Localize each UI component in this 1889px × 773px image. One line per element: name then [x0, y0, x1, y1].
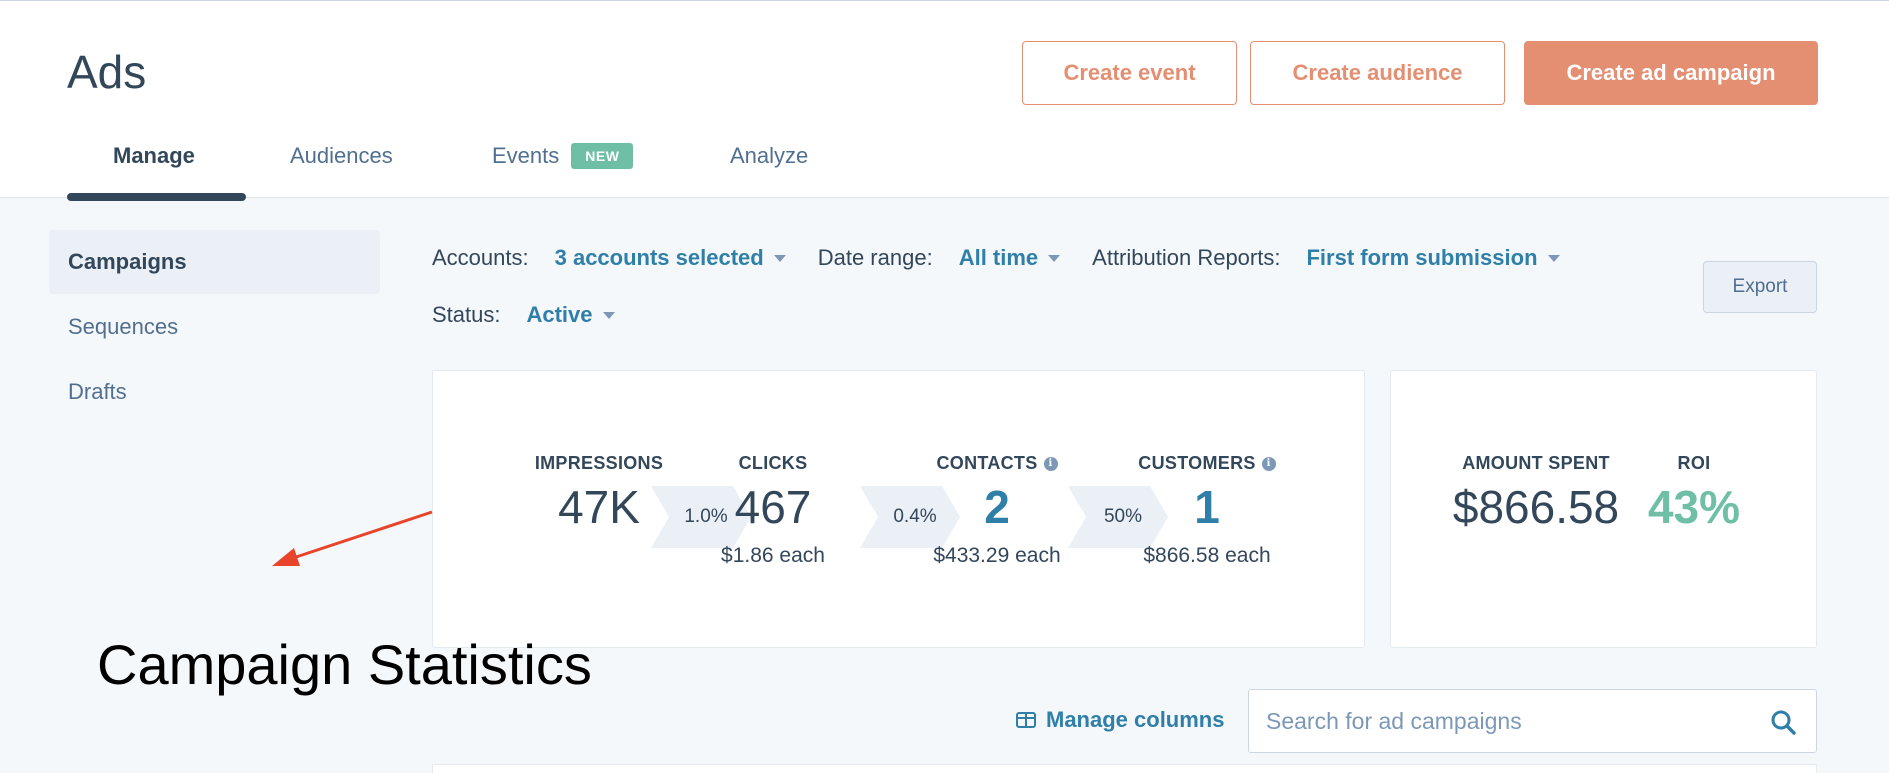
export-button[interactable]: Export [1703, 261, 1817, 313]
search-box [1248, 689, 1817, 753]
status-filter-label: Status: [432, 302, 501, 327]
contacts-label-row: CONTACTS i [907, 453, 1087, 474]
caret-down-icon [1048, 254, 1061, 262]
amount-spent-value: $866.58 [1452, 481, 1620, 533]
accounts-filter-value: 3 accounts selected [554, 245, 764, 270]
caret-down-icon [1547, 254, 1560, 262]
annotation-label: Campaign Statistics [97, 633, 592, 696]
info-icon[interactable]: i [1043, 456, 1058, 471]
create-event-button[interactable]: Create event [1022, 41, 1237, 105]
clicks-metric: CLICKS 467 $1.86 each [693, 453, 853, 568]
customers-metric: CUSTOMERS i 1 $866.58 each [1117, 453, 1297, 568]
date-range-filter-value: All time [958, 245, 1039, 270]
tab-events-label: Events [492, 143, 560, 168]
status-filter-value: Active [526, 302, 593, 327]
active-tab-indicator [67, 193, 246, 201]
new-badge: NEW [571, 143, 634, 169]
roi-metric: ROI 43% [1639, 453, 1749, 530]
cost-per-customer: $866.58 each [1143, 544, 1271, 567]
spend-stats-card: AMOUNT SPENT $866.58 ROI 43% [1390, 370, 1817, 648]
page-title: Ads [67, 46, 147, 98]
customers-label-row: CUSTOMERS i [1117, 453, 1297, 474]
contacts-label: CONTACTS [936, 453, 1038, 473]
filter-bar-row-2: Status: Active [432, 302, 647, 328]
create-audience-button[interactable]: Create audience [1250, 41, 1505, 105]
roi-label: ROI [1677, 453, 1711, 473]
search-icon[interactable] [1770, 709, 1796, 735]
date-range-filter-label: Date range: [817, 245, 933, 270]
date-range-filter-dropdown[interactable]: All time [958, 245, 1061, 271]
filter-bar: Accounts: 3 accounts selected Date range… [432, 245, 1592, 271]
caret-down-icon [773, 254, 786, 262]
columns-icon [1016, 712, 1036, 728]
amount-spent-label: AMOUNT SPENT [1462, 453, 1610, 473]
tab-audiences[interactable]: Audiences [290, 143, 393, 169]
manage-columns-button[interactable]: Manage columns [1016, 707, 1224, 733]
sidebar-item-drafts[interactable]: Drafts [49, 360, 380, 424]
contacts-metric: CONTACTS i 2 $433.29 each [907, 453, 1087, 568]
manage-columns-label: Manage columns [1046, 707, 1225, 732]
sidebar-item-sequences[interactable]: Sequences [49, 295, 380, 359]
accounts-filter-label: Accounts: [432, 245, 529, 270]
tab-analyze[interactable]: Analyze [730, 143, 808, 169]
roi-value: 43% [1647, 481, 1741, 533]
attribution-filter-value: First form submission [1306, 245, 1538, 270]
create-ad-campaign-button[interactable]: Create ad campaign [1524, 41, 1818, 105]
cost-per-click: $1.86 each [721, 544, 825, 567]
clicks-label: CLICKS [738, 453, 808, 473]
attribution-filter-label: Attribution Reports: [1092, 245, 1281, 270]
attribution-filter-dropdown[interactable]: First form submission [1306, 245, 1560, 271]
caret-down-icon [602, 311, 615, 319]
customers-value[interactable]: 1 [1117, 484, 1297, 530]
impressions-label: IMPRESSIONS [534, 453, 664, 473]
amount-spent-metric: AMOUNT SPENT $866.58 [1441, 453, 1631, 530]
status-filter-dropdown[interactable]: Active [526, 302, 615, 328]
clicks-value: 467 [734, 481, 812, 533]
tab-manage[interactable]: Manage [113, 143, 195, 169]
info-icon[interactable]: i [1261, 456, 1276, 471]
page-header: Ads Create event Create audience Create … [0, 0, 1889, 201]
search-input[interactable] [1249, 690, 1816, 752]
customers-label: CUSTOMERS [1138, 453, 1256, 473]
accounts-filter-dropdown[interactable]: 3 accounts selected [555, 245, 786, 271]
tab-events[interactable]: Events NEW [492, 143, 634, 169]
funnel-stats-card: IMPRESSIONS 47K 1.0% CLICKS 467 $1.86 ea… [432, 370, 1365, 648]
sidebar-item-campaigns[interactable]: Campaigns [49, 230, 380, 294]
campaigns-table [432, 764, 1817, 773]
contacts-value[interactable]: 2 [907, 484, 1087, 530]
cost-per-contact: $433.29 each [933, 544, 1061, 567]
